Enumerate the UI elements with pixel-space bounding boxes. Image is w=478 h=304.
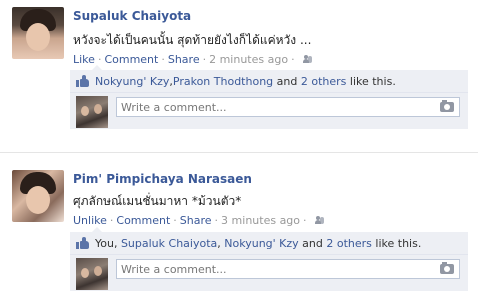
separator: · (161, 53, 165, 66)
comment-composer (70, 93, 468, 129)
friends-icon[interactable] (302, 55, 313, 64)
separator: · (303, 214, 307, 227)
thumbs-up-icon (76, 75, 89, 87)
author-avatar[interactable] (12, 170, 64, 222)
separator: · (173, 214, 177, 227)
author-name[interactable]: Supaluk Chaiyota (73, 9, 191, 23)
comment-composer (70, 255, 468, 291)
viewer-avatar (76, 96, 108, 128)
unlike-link[interactable]: Unlike (73, 214, 107, 227)
camera-icon[interactable] (440, 262, 454, 274)
feed-story: Pim' Pimpichaya Narasaen ศุภลักษณ์เมนชั่… (0, 152, 478, 304)
timestamp[interactable]: 3 minutes ago (221, 214, 300, 227)
author-name[interactable]: Pim' Pimpichaya Narasaen (73, 172, 252, 186)
friends-icon[interactable] (314, 216, 325, 225)
separator: · (214, 214, 219, 227)
like-sentence: Nokyung' Kzy , Prakon Thodthong and 2 ot… (70, 65, 468, 93)
liker-link[interactable]: Nokyung' Kzy (224, 237, 298, 250)
post-actions: Unlike · Comment · Share · 3 minutes ago… (73, 214, 325, 227)
like-text: and (273, 74, 301, 88)
comment-link[interactable]: Comment (116, 214, 170, 227)
viewer-avatar (76, 258, 108, 290)
liker-link[interactable]: Prakon Thodthong (173, 75, 273, 88)
others-link[interactable]: 2 others (301, 75, 347, 88)
comment-field[interactable] (116, 97, 460, 117)
like-text: and (298, 236, 327, 250)
post-message: ศุภลักษณ์เมนชั่นมาหา *ม้วนตัว* (73, 194, 242, 208)
separator: · (202, 53, 207, 66)
liker-link[interactable]: Nokyung' Kzy (95, 75, 169, 88)
post-actions: Like · Comment · Share · 2 minutes ago · (73, 53, 313, 66)
feed-story: Supaluk Chaiyota หวังจะได้เป็นคนนั้น สุด… (0, 0, 478, 152)
like-sentence: You, Supaluk Chaiyota , Nokyung' Kzy and… (70, 227, 468, 255)
comment-field[interactable] (116, 259, 460, 279)
like-text: You, (95, 236, 121, 250)
comment-input[interactable] (117, 98, 431, 116)
others-link[interactable]: 2 others (326, 237, 372, 250)
liker-link[interactable]: Supaluk Chaiyota (121, 237, 217, 250)
like-text: like this. (346, 74, 396, 88)
camera-icon[interactable] (440, 100, 454, 112)
like-text: like this. (371, 236, 422, 250)
comment-link[interactable]: Comment (104, 53, 158, 66)
separator: · (291, 53, 295, 66)
separator: · (109, 214, 114, 227)
post-message: หวังจะได้เป็นคนนั้น สุดท้ายยังไงก็ได้แค่… (73, 33, 312, 47)
share-link[interactable]: Share (180, 214, 212, 227)
author-avatar[interactable] (12, 7, 64, 59)
share-link[interactable]: Share (168, 53, 200, 66)
timestamp[interactable]: 2 minutes ago (209, 53, 288, 66)
like-text: , (217, 236, 225, 250)
comment-input[interactable] (117, 260, 431, 278)
thumbs-up-icon (76, 237, 89, 249)
